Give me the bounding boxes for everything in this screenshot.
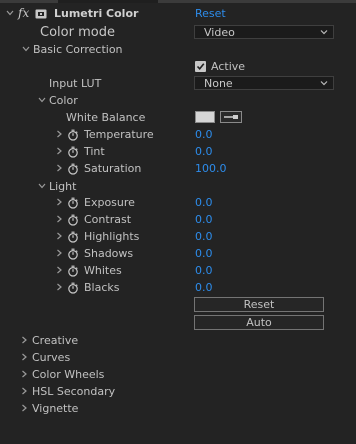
basic-reset-button[interactable]: Reset [194, 297, 324, 312]
stopwatch-icon[interactable] [67, 228, 79, 245]
chevron-right-icon[interactable] [54, 126, 64, 143]
property-row: Saturation 100.0 [0, 160, 356, 177]
stopwatch-icon[interactable] [67, 194, 79, 211]
color-section-row[interactable]: Color [0, 92, 356, 109]
chevron-right-icon[interactable] [54, 194, 64, 211]
stopwatch-icon[interactable] [67, 262, 79, 279]
chevron-right-icon[interactable] [54, 245, 64, 262]
chevron-right-icon[interactable] [54, 279, 64, 296]
property-value[interactable]: 0.0 [195, 211, 213, 228]
property-row: Exposure 0.0 [0, 194, 356, 211]
property-label: Exposure [84, 196, 135, 209]
chevron-right-icon[interactable] [19, 332, 29, 349]
input-lut-row: Input LUT None [0, 75, 356, 92]
chevron-right-icon[interactable] [19, 383, 29, 400]
property-row: Contrast 0.0 [0, 211, 356, 228]
input-lut-dropdown[interactable]: None [194, 76, 334, 90]
property-label: Saturation [84, 162, 142, 175]
property-value[interactable]: 100.0 [195, 160, 227, 177]
property-value[interactable]: 0.0 [195, 262, 213, 279]
section-label: Color Wheels [32, 368, 105, 381]
property-row: Highlights 0.0 [0, 228, 356, 245]
stopwatch-icon[interactable] [67, 126, 79, 143]
chevron-right-icon[interactable] [54, 143, 64, 160]
section-label: Curves [32, 351, 71, 364]
input-lut-value: None [204, 77, 233, 90]
property-label: Highlights [84, 230, 140, 243]
chevron-right-icon[interactable] [19, 400, 29, 417]
property-value[interactable]: 0.0 [195, 279, 213, 296]
color-mode-row: Color mode Video [0, 24, 356, 41]
active-label: Active [211, 60, 246, 73]
collapsed-section-row[interactable]: Curves [0, 349, 356, 366]
effect-name: Lumetri Color [54, 7, 139, 20]
chevron-right-icon[interactable] [19, 366, 29, 383]
chevron-down-icon[interactable] [21, 41, 31, 58]
chevron-right-icon[interactable] [54, 262, 64, 279]
effect-settings-icon[interactable] [35, 5, 47, 22]
collapsed-section-row[interactable]: Creative [0, 332, 356, 349]
property-value[interactable]: 0.0 [195, 126, 213, 143]
chevron-right-icon[interactable] [54, 211, 64, 228]
section-label: Creative [32, 334, 79, 347]
property-label: Temperature [84, 128, 154, 141]
property-value[interactable]: 0.0 [195, 143, 213, 160]
white-balance-row: White Balance [0, 109, 356, 126]
effect-reset-link[interactable]: Reset [195, 5, 226, 22]
section-label: HSL Secondary [32, 385, 116, 398]
color-mode-label: Color mode [40, 25, 115, 40]
property-row: Shadows 0.0 [0, 245, 356, 262]
property-label: Shadows [84, 247, 134, 260]
fx-toggle-icon[interactable]: fx [18, 5, 29, 22]
chevron-down-icon[interactable] [5, 5, 15, 22]
property-label: Contrast [84, 213, 132, 226]
eyedropper-icon[interactable] [220, 111, 242, 123]
property-label: Tint [84, 145, 105, 158]
collapsed-section-row[interactable]: Color Wheels [0, 366, 356, 383]
chevron-down-icon[interactable] [37, 178, 47, 195]
color-mode-value: Video [204, 26, 235, 39]
property-value[interactable]: 0.0 [195, 194, 213, 211]
property-row: Temperature 0.0 [0, 126, 356, 143]
stopwatch-icon[interactable] [67, 143, 79, 160]
section-label: Vignette [32, 402, 79, 415]
input-lut-label: Input LUT [49, 77, 102, 90]
chevron-right-icon[interactable] [54, 228, 64, 245]
white-balance-label: White Balance [66, 111, 146, 124]
panel-top-border [0, 0, 356, 3]
stopwatch-icon[interactable] [67, 245, 79, 262]
active-row: Active [0, 58, 356, 75]
property-row: Tint 0.0 [0, 143, 356, 160]
chevron-down-icon[interactable] [37, 92, 47, 109]
stopwatch-icon[interactable] [67, 211, 79, 228]
collapsed-section-row[interactable]: HSL Secondary [0, 383, 356, 400]
property-value[interactable]: 0.0 [195, 228, 213, 245]
effect-header-row: fx Lumetri Color Reset [0, 5, 356, 22]
panel-tab-highlight [58, 0, 158, 3]
stopwatch-icon[interactable] [67, 160, 79, 177]
property-value[interactable]: 0.0 [195, 245, 213, 262]
property-row: Whites 0.0 [0, 262, 356, 279]
property-label: Blacks [84, 281, 120, 294]
color-mode-dropdown[interactable]: Video [194, 25, 334, 39]
auto-button[interactable]: Auto [194, 315, 324, 330]
basic-correction-label: Basic Correction [33, 43, 123, 56]
collapsed-section-row[interactable]: Vignette [0, 400, 356, 417]
property-label: Whites [84, 264, 122, 277]
property-row: Blacks 0.0 [0, 279, 356, 296]
chevron-right-icon[interactable] [19, 349, 29, 366]
basic-correction-row[interactable]: Basic Correction [0, 41, 356, 58]
chevron-right-icon[interactable] [54, 160, 64, 177]
white-balance-swatch[interactable] [195, 111, 215, 123]
light-section-row[interactable]: Light [0, 178, 356, 195]
light-section-label: Light [49, 180, 77, 193]
effect-controls-panel: fx Lumetri Color Reset Color mode Video … [0, 0, 356, 444]
stopwatch-icon[interactable] [67, 279, 79, 296]
active-checkbox[interactable] [195, 61, 206, 72]
color-section-label: Color [49, 94, 78, 107]
